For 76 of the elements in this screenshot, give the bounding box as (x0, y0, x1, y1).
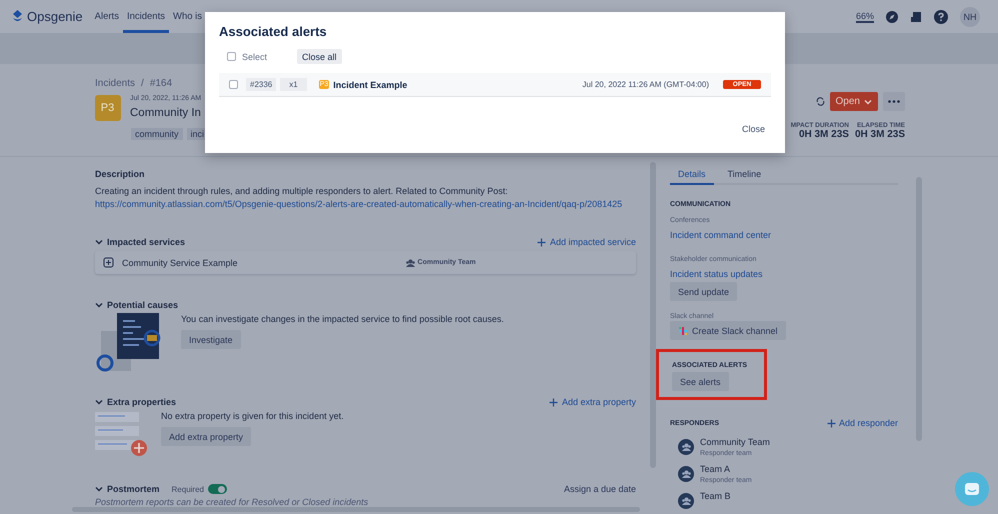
breadcrumb-link[interactable]: #164 (150, 78, 172, 89)
close-all-button[interactable]: Close all (297, 49, 342, 64)
required-toggle[interactable] (208, 484, 227, 494)
plus-icon (826, 418, 836, 428)
chevron-icon (864, 98, 872, 106)
add-link[interactable]: Add impacted service (536, 237, 636, 247)
zoom-level: 66% (856, 10, 874, 22)
logo-icon (12, 10, 23, 24)
logo-text: Opsgenie (27, 9, 83, 24)
select-label: Select (242, 52, 268, 62)
help-icon (934, 10, 948, 24)
close-button[interactable]: Close (736, 123, 771, 135)
checkbox[interactable] (227, 52, 236, 61)
status-dropdown[interactable]: Open (830, 92, 878, 111)
dialog-title: Associated alerts (219, 24, 328, 39)
more-icon (888, 100, 900, 103)
conference-link[interactable]: Incident command center (670, 230, 772, 240)
send-update-button[interactable]: Send update (670, 282, 738, 301)
plus-icon (536, 238, 546, 246)
scrollbar[interactable] (650, 162, 656, 468)
chevron-icon[interactable] (95, 301, 103, 309)
description-link[interactable]: https://community.atlassian.com/t5/Opsgenie-questions/2-alerts-are-created-automatically-when-creating-an-Incident/qaq-p/2081425 (95, 198, 636, 211)
user-avatar[interactable]: NH (960, 6, 980, 26)
team-icon (682, 470, 690, 478)
alert-id: #2336 (246, 78, 276, 91)
investigate-button[interactable]: Investigate (181, 330, 241, 349)
team-icon (682, 443, 690, 451)
due-date-link[interactable]: Assign a due date (564, 484, 636, 494)
panel-tab[interactable]: Details (670, 167, 714, 185)
body-text: You can investigate changes in the impacted service to find possible root causes. (181, 313, 504, 326)
chevron-icon[interactable] (95, 485, 103, 493)
checkbox[interactable] (229, 80, 238, 89)
tag: community (131, 128, 183, 140)
chevron-icon[interactable] (95, 398, 103, 406)
responder-name: Team B (700, 491, 731, 501)
refresh-icon[interactable] (816, 97, 825, 106)
metric-value: 0H 3M 23S (854, 129, 905, 140)
required-label: Required (172, 484, 204, 494)
plus-icon (548, 398, 558, 406)
description-text: Creating an incident through rules, and adding multiple responders to alert. Related to Community Post: (95, 185, 509, 198)
breadcrumb-link[interactable]: Incidents (95, 78, 136, 89)
breadcrumb-separator: / (141, 78, 144, 89)
section-heading: Description (95, 169, 146, 179)
create-slack-channel-button[interactable]: Create Slack channel (670, 321, 786, 340)
see-alerts-button[interactable]: See alerts (672, 372, 729, 391)
responder-name: Community Team (700, 437, 770, 447)
section-heading: Postmortem (107, 484, 160, 494)
alert-date: Jul 20, 2022 11:26 AM (GMT-04:00) (582, 80, 709, 89)
chevron-icon[interactable] (95, 238, 103, 246)
add-property-button[interactable]: Add extra property (161, 427, 252, 446)
alert-count: x1 (280, 78, 307, 91)
section-heading: Extra properties (107, 397, 176, 407)
metric-value: 0H 3M 23S (798, 129, 849, 140)
add-responder-link[interactable]: Add responder (826, 418, 898, 428)
section-heading: Potential causes (107, 300, 178, 310)
status-updates-link[interactable]: Incident status updates (670, 269, 763, 279)
team-icon (682, 497, 690, 505)
incident-title: Community In (130, 107, 202, 119)
service-name: Community Service Example (122, 258, 238, 268)
service-icon (103, 257, 114, 268)
alert-title: Incident Example (333, 80, 408, 90)
chat-button[interactable] (955, 472, 989, 506)
priority-dropdown[interactable]: P3 (95, 95, 121, 121)
section-heading: Impacted services (107, 237, 186, 247)
body-text: No extra property is given for this incident yet. (161, 410, 344, 423)
compass-icon (886, 10, 898, 22)
nav-tab[interactable]: Alerts (90, 0, 123, 33)
more-button[interactable] (883, 92, 905, 111)
responder-name: Team A (700, 464, 732, 474)
team-icon (406, 258, 415, 266)
chat-icon (964, 482, 980, 496)
postmortem-note: Postmortem reports can be created for Resolved or Closed incidents (95, 497, 370, 507)
add-link[interactable]: Add extra property (548, 397, 636, 407)
panel-tab[interactable]: Timeline (720, 167, 770, 185)
slack-icon (678, 326, 688, 336)
nav-tab[interactable]: Who is (168, 0, 206, 33)
